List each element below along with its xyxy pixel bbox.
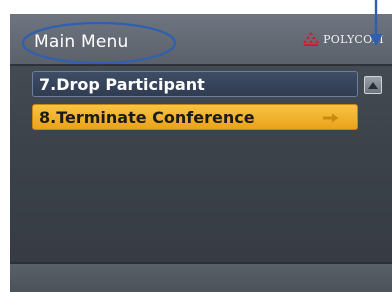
- menu-item-label: 8.Terminate Conference: [39, 107, 255, 127]
- right-arrow-icon: [323, 113, 339, 123]
- menu-item-terminate-conference[interactable]: 8.Terminate Conference: [32, 104, 358, 130]
- device-screen: Main Menu POLYCOM 7.Drop Participant 8.T…: [10, 14, 392, 292]
- polycom-logo-icon: [303, 32, 320, 46]
- page-title: Main Menu: [34, 32, 129, 52]
- scroll-up-arrow-icon: [368, 81, 378, 89]
- menu-item-drop-participant[interactable]: 7.Drop Participant: [32, 71, 358, 97]
- header-divider: [10, 64, 392, 66]
- brand-name: POLYCOM: [323, 32, 384, 46]
- brand-logo: POLYCOM: [302, 31, 384, 47]
- scroll-up-button[interactable]: [364, 76, 382, 94]
- menu-item-label: 7.Drop Participant: [39, 74, 205, 94]
- footer-bar: [10, 264, 392, 292]
